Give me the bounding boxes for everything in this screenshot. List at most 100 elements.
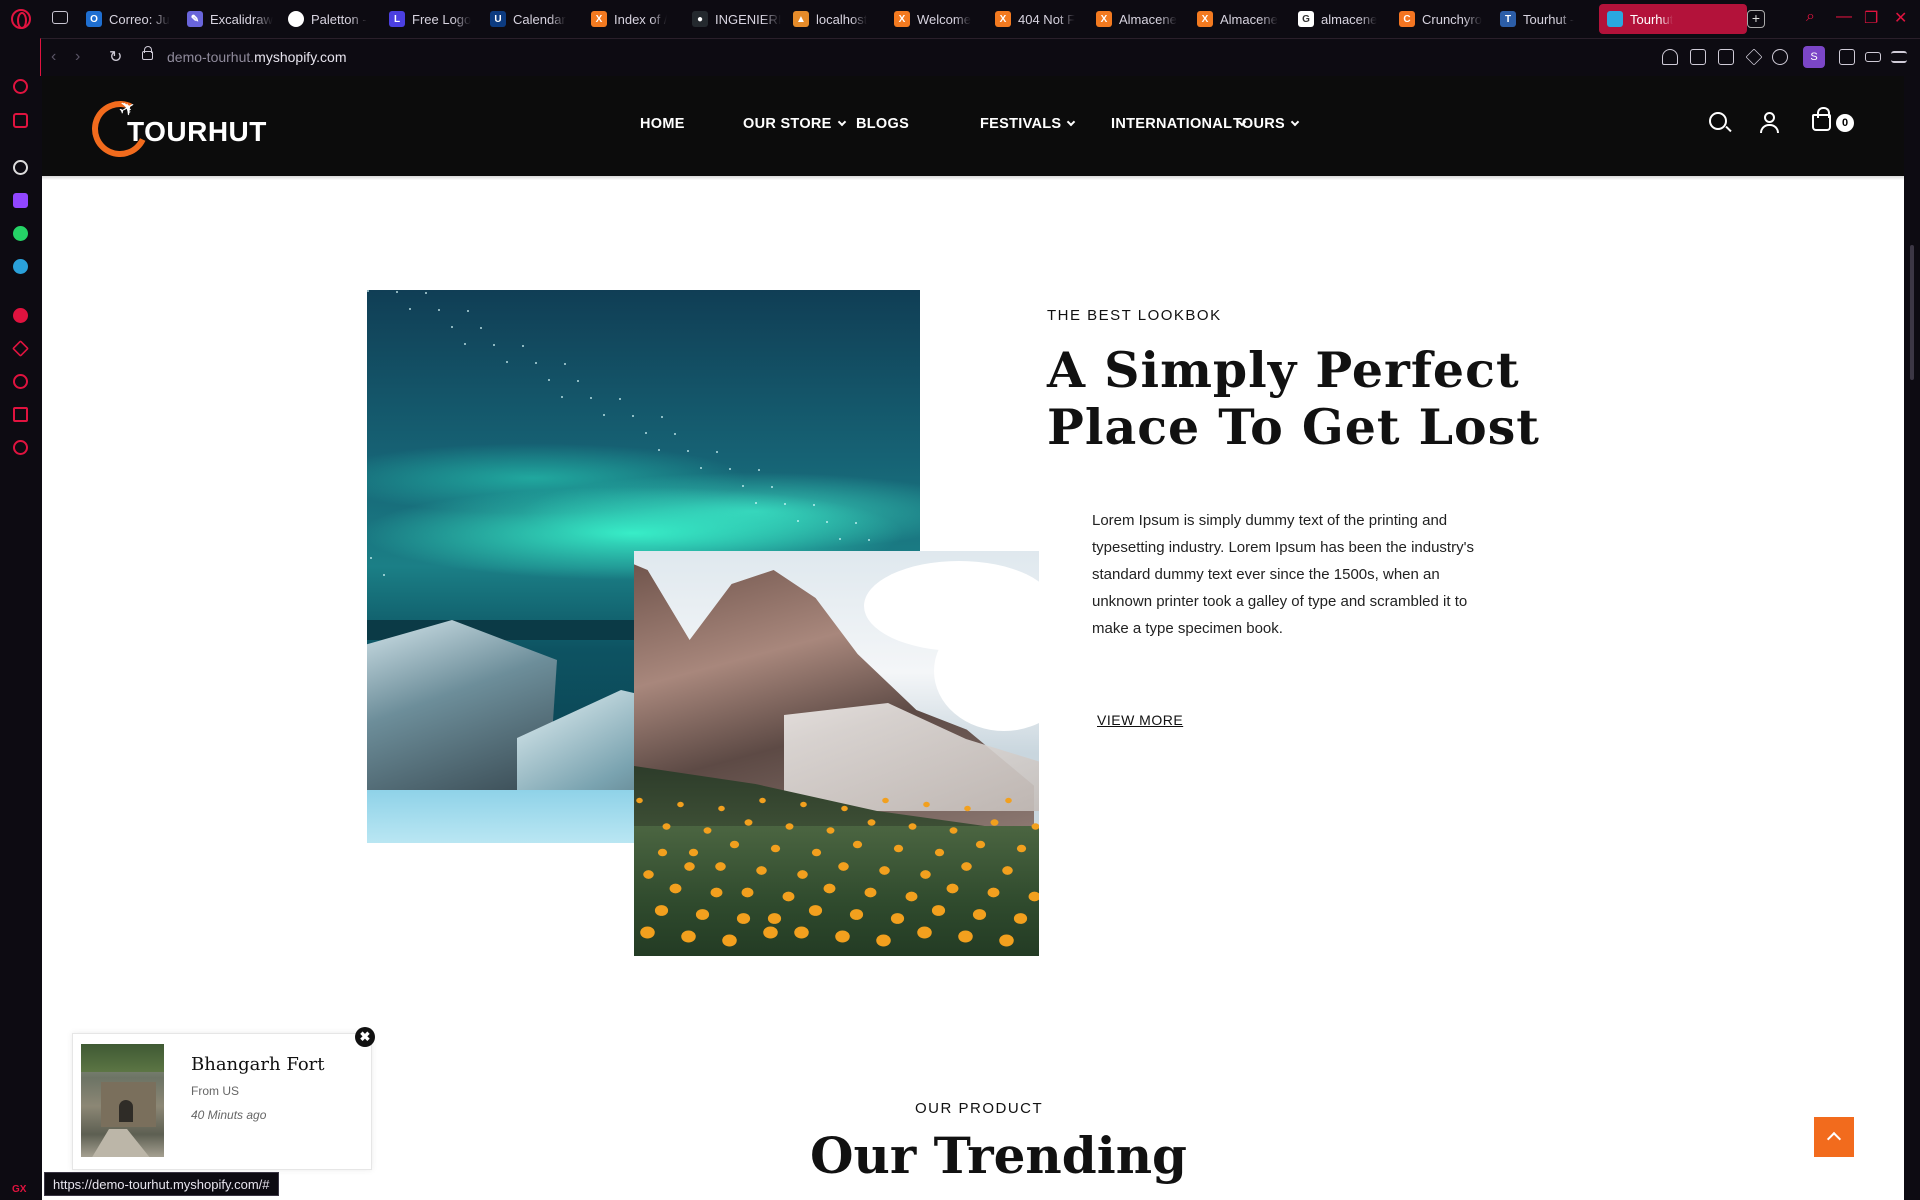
- send-icon[interactable]: [11, 339, 29, 357]
- reload-icon[interactable]: ↻: [109, 47, 122, 67]
- outlook-icon: O: [86, 11, 102, 27]
- favorite-heart-icon[interactable]: [1772, 49, 1788, 65]
- url-field[interactable]: demo-tourhut.myshopify.com: [167, 49, 347, 65]
- gx-corner-icon[interactable]: [11, 111, 29, 129]
- workspaces-icon[interactable]: [52, 11, 68, 24]
- browser-tab-label: Tourhut: [1630, 11, 1674, 27]
- downloads-icon[interactable]: [11, 405, 29, 423]
- new-tab-button[interactable]: +: [1747, 10, 1765, 28]
- forward-arrow-icon[interactable]: ›: [75, 48, 80, 66]
- pin-icon[interactable]: [1662, 49, 1678, 65]
- crunchyroll-icon: C: [1399, 11, 1415, 27]
- nav-item-our-store[interactable]: OUR STORE: [743, 116, 846, 132]
- browser-tab[interactable]: X Welcome: [892, 4, 993, 34]
- nav-item-blogs[interactable]: BLOGS: [856, 116, 909, 132]
- browser-tab-label: INGENIERI: [715, 11, 782, 27]
- minimize-window-icon[interactable]: —: [1836, 8, 1852, 26]
- web-page: ✈ TOURHUT HOME OUR STORE BLOGS FESTIVALS INT…: [42, 76, 1904, 1200]
- scrollbar-thumb[interactable]: [1910, 245, 1914, 380]
- tourhut-icon: T: [1500, 11, 1516, 27]
- whatsapp-icon[interactable]: [11, 224, 29, 242]
- chatgpt-icon[interactable]: [11, 158, 29, 176]
- tab-search-icon[interactable]: ⌕: [1806, 8, 1815, 26]
- nav-item-international[interactable]: INTERNATIONAL: [1111, 116, 1247, 132]
- browser-tab[interactable]: T Tourhut -: [1498, 4, 1599, 34]
- nav-item-home[interactable]: HOME: [640, 116, 685, 132]
- twitch-icon[interactable]: [11, 191, 29, 209]
- lock-icon[interactable]: [142, 46, 153, 60]
- github-icon: ●: [692, 11, 708, 27]
- lookbook-description: Lorem Ipsum is simply dummy text of the …: [1092, 512, 1474, 637]
- recent-sale-popup[interactable]: Bhangarh Fort From US 40 Minuts ago: [72, 1033, 372, 1170]
- tab-strip: O Correo: Ju ✎ Excalidraw Paletton - L Free Lo…: [84, 4, 1747, 34]
- logo-text: TOURHUT: [127, 116, 267, 147]
- browser-tab-label: Almacene: [1220, 11, 1278, 27]
- browser-tab[interactable]: O Correo: Ju: [84, 4, 185, 34]
- bhangarh-fort-thumbnail[interactable]: [81, 1044, 164, 1157]
- site-header: ✈ TOURHUT HOME OUR STORE BLOGS FESTIVALS INT…: [42, 76, 1904, 176]
- close-window-icon[interactable]: ✕: [1894, 8, 1907, 28]
- browser-tab-label: Tourhut -: [1523, 11, 1575, 27]
- browser-tab[interactable]: ✎ Excalidraw: [185, 4, 286, 34]
- telegram-icon[interactable]: [11, 257, 29, 275]
- browser-tab[interactable]: X Almacene: [1094, 4, 1195, 34]
- browser-tab-label: 404 Not F: [1018, 11, 1076, 27]
- history-icon[interactable]: [11, 372, 29, 390]
- gx-label: GX: [12, 1184, 27, 1195]
- search-icon[interactable]: [1709, 112, 1727, 130]
- lookbook-eyebrow: THE BEST LOOKBOK: [1047, 307, 1222, 324]
- excalidraw-icon: ✎: [187, 11, 203, 27]
- nav-item-tours[interactable]: TOURS: [1233, 116, 1300, 132]
- address-bar: ‹ › ↻ demo-tourhut.myshopify.com S: [40, 38, 1920, 76]
- url-domain: myshopify.com: [254, 49, 347, 65]
- browser-tab[interactable]: Galmacene: [1296, 4, 1397, 34]
- popup-timestamp: 40 Minuts ago: [191, 1108, 267, 1122]
- account-user-icon[interactable]: [1760, 112, 1780, 134]
- nav-item-label: HOME: [640, 116, 685, 132]
- snapshot-icon[interactable]: [1690, 49, 1706, 65]
- restore-window-icon[interactable]: ❐: [1864, 8, 1878, 28]
- opera-menu-icon[interactable]: [11, 9, 31, 29]
- speed-dial-icon[interactable]: [11, 77, 29, 95]
- popup-product-title[interactable]: Bhangarh Fort: [191, 1054, 325, 1075]
- browser-tab[interactable]: U Calendar: [488, 4, 589, 34]
- cart-count-badge[interactable]: 0: [1836, 114, 1854, 132]
- xampp-icon: X: [894, 11, 910, 27]
- browser-tab-label: Welcome: [917, 11, 971, 27]
- browser-tab-label: almacene: [1321, 11, 1378, 27]
- share-send-icon[interactable]: [1745, 48, 1763, 66]
- browser-tab[interactable]: X 404 Not F: [993, 4, 1094, 34]
- back-to-top-button[interactable]: [1814, 1117, 1854, 1157]
- lookbook-heading: A Simply Perfect Place To Get Lost: [1047, 341, 1540, 456]
- browser-tab-label: Crunchyro: [1422, 11, 1482, 27]
- view-more-link[interactable]: VIEW MORE: [1097, 712, 1183, 728]
- browser-tab[interactable]: C Crunchyro: [1397, 4, 1498, 34]
- browser-tab[interactable]: L Free Logo: [387, 4, 488, 34]
- browser-tab-label: Almacene: [1119, 11, 1177, 27]
- browser-tab-active[interactable]: Tourhut: [1599, 4, 1747, 34]
- browser-tab-bar: O Correo: Ju ✎ Excalidraw Paletton - L Free Lo…: [0, 0, 1920, 38]
- battery-saver-icon[interactable]: [1865, 52, 1881, 62]
- spotify-icon[interactable]: [11, 306, 29, 324]
- nav-item-festivals[interactable]: FESTIVALS: [980, 116, 1076, 132]
- adblock-icon[interactable]: [1718, 49, 1734, 65]
- opera-sidebar: GX ⋯: [0, 38, 40, 1200]
- browser-tab[interactable]: X Index of /: [589, 4, 690, 34]
- calendar-icon: U: [490, 11, 506, 27]
- browser-tab-label: Excalidraw: [210, 11, 273, 27]
- back-arrow-icon[interactable]: ‹: [51, 48, 56, 66]
- browser-tab[interactable]: ▲ localhost: [791, 4, 892, 34]
- browser-tab[interactable]: ● INGENIERI: [690, 4, 791, 34]
- settings-gear-icon[interactable]: [11, 438, 29, 456]
- mountain-lookbook-image: [634, 551, 1039, 956]
- xampp-icon: X: [1197, 11, 1213, 27]
- download-icon[interactable]: [1839, 49, 1855, 65]
- popup-close-button[interactable]: ✖: [355, 1027, 375, 1047]
- browser-tab-label: Calendar: [513, 11, 566, 27]
- shopping-bag-icon[interactable]: [1812, 107, 1831, 131]
- site-logo[interactable]: ✈ TOURHUT: [84, 93, 266, 165]
- browser-tab[interactable]: Paletton -: [286, 4, 387, 34]
- profile-avatar[interactable]: S: [1803, 46, 1825, 68]
- browser-tab[interactable]: X Almacene: [1195, 4, 1296, 34]
- easy-setup-icon[interactable]: [1891, 51, 1907, 63]
